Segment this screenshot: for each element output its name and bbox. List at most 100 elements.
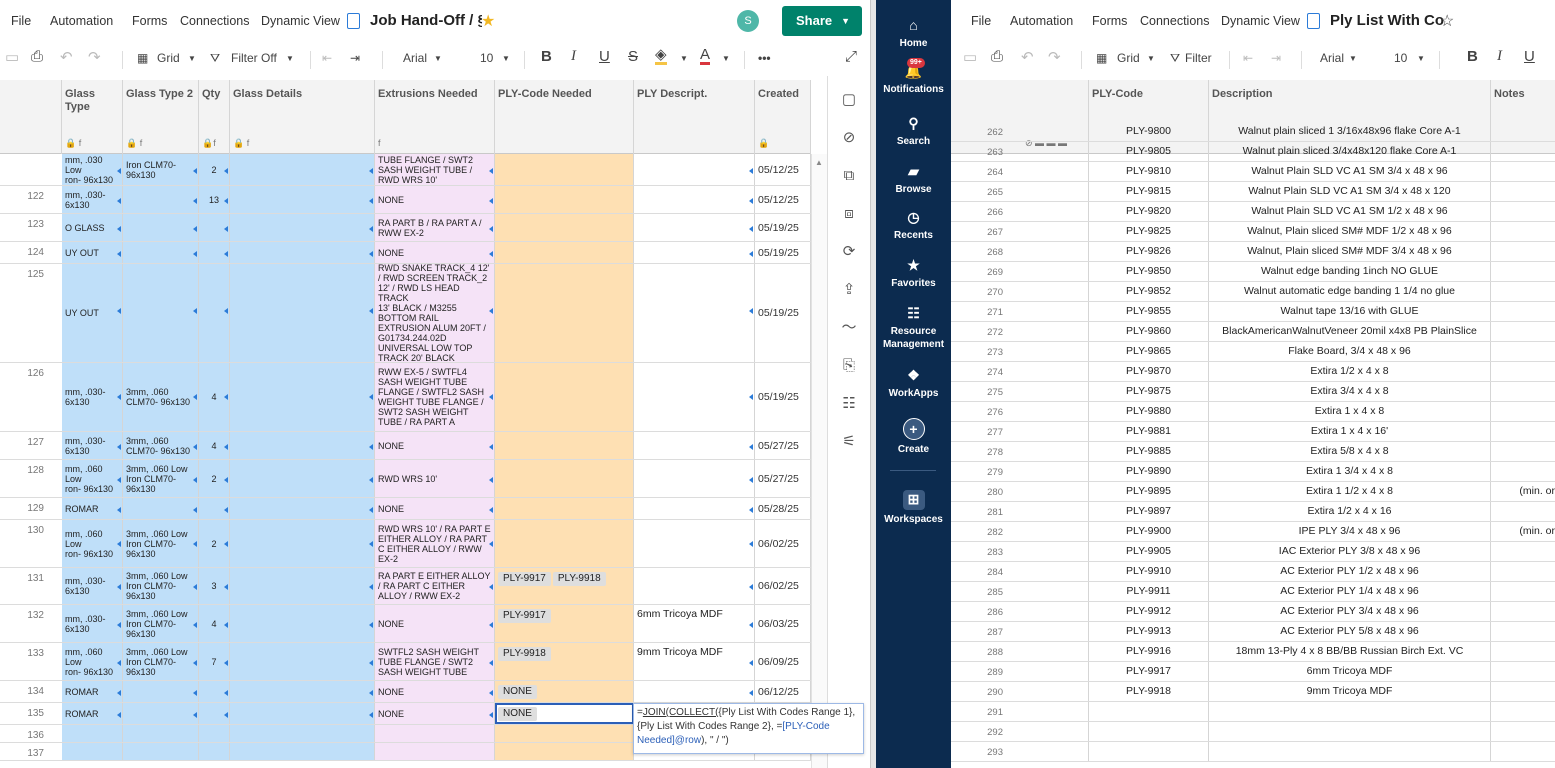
ply-code-pill[interactable]: PLY-9918: [552, 572, 606, 586]
chevron-down-icon[interactable]: ▼: [188, 54, 196, 63]
cell-glass-type-2[interactable]: [123, 725, 199, 742]
cell-qty[interactable]: [199, 703, 230, 724]
cell-glass-details[interactable]: [230, 498, 375, 519]
table-row[interactable]: 283 PLY-9905 IAC Exterior PLY 3/8 x 48 x 9…: [951, 542, 1555, 562]
table-row[interactable]: 292: [951, 722, 1555, 742]
cell-extrusions[interactable]: TUBE FLANGE / SWT2 SASH WEIGHT TUBE / RW…: [375, 154, 495, 185]
cell-ply-code[interactable]: PLY-9897: [1089, 502, 1209, 521]
cell-ply-code[interactable]: PLY-9895: [1089, 482, 1209, 501]
cell-notes[interactable]: [1491, 162, 1555, 181]
cell-description[interactable]: 6mm Tricoya MDF: [1209, 662, 1491, 681]
share-button[interactable]: Share ▼: [782, 6, 862, 36]
cell-ply-code[interactable]: PLY-9865: [1089, 342, 1209, 361]
menu-forms[interactable]: Forms: [132, 14, 167, 28]
cell-description[interactable]: BlackAmericanWalnutVeneer 20mil x4x8 PB …: [1209, 322, 1491, 341]
cell-created[interactable]: 05/19/25: [755, 363, 811, 431]
table-row[interactable]: 278 PLY-9885 Extira 5/8 x 4 x 8: [951, 442, 1555, 462]
filter-icon[interactable]: ⛛: [210, 51, 220, 66]
expand-icon[interactable]: ⤢: [845, 48, 857, 65]
more-options-icon[interactable]: •••: [758, 51, 771, 65]
cell-glass-details[interactable]: [230, 520, 375, 567]
table-row[interactable]: 288 PLY-9916 18mm 13-Ply 4 x 8 BB/BB Russi…: [951, 642, 1555, 662]
cell-ply-code[interactable]: PLY-9815: [1089, 182, 1209, 201]
cell-ply-code[interactable]: PLY-9913: [1089, 622, 1209, 641]
table-row[interactable]: 271 PLY-9855 Walnut tape 13/16 with GLUE: [951, 302, 1555, 322]
cell-glass-type[interactable]: mm, .060 Low ron- 96x130: [62, 643, 123, 680]
cell-ply-descript[interactable]: [634, 214, 755, 241]
cell-glass-details[interactable]: [230, 568, 375, 604]
cell-notes[interactable]: [1491, 662, 1555, 681]
cell-ply-descript[interactable]: [634, 520, 755, 567]
cell-glass-type-2[interactable]: [123, 214, 199, 241]
col-glass-details[interactable]: Glass Details 🔒 f: [230, 80, 375, 154]
cell-notes[interactable]: [1491, 602, 1555, 621]
table-row[interactable]: 276 PLY-9880 Extira 1 x 4 x 8: [951, 402, 1555, 422]
cell-description[interactable]: Walnut, Plain sliced SM# MDF 1/2 x 48 x …: [1209, 222, 1491, 241]
cell-notes[interactable]: [1491, 562, 1555, 581]
nav-item-resource-management[interactable]: ☷ Resource Management: [876, 304, 951, 351]
ply-code-pill[interactable]: NONE: [498, 685, 537, 699]
cell-glass-details[interactable]: [230, 743, 375, 760]
cell-notes[interactable]: [1491, 362, 1555, 381]
cell-description[interactable]: Walnut, Plain sliced SM# MDF 3/4 x 48 x …: [1209, 242, 1491, 261]
connector-icon[interactable]: ⚟: [839, 432, 859, 452]
cell-notes[interactable]: (min. or: [1491, 482, 1555, 501]
cell-notes[interactable]: [1491, 642, 1555, 661]
cell-extrusions[interactable]: RWD SNAKE TRACK_4 12' / RWD SCREEN TRACK…: [375, 264, 495, 362]
cell-glass-details[interactable]: [230, 214, 375, 241]
table-row[interactable]: 262 PLY-9800 Walnut plain sliced 1 3/16x48…: [951, 122, 1555, 142]
cell-notes[interactable]: [1491, 742, 1555, 761]
table-row[interactable]: 122 mm, .030- 6x130 13 NONE 05/12/25: [0, 186, 811, 214]
cell-ply-code[interactable]: PLY-9890: [1089, 462, 1209, 481]
cell-description[interactable]: IPE PLY 3/4 x 48 x 96: [1209, 522, 1491, 541]
cell-qty[interactable]: [199, 264, 230, 362]
cell-notes[interactable]: [1491, 122, 1555, 141]
cell-ply-code[interactable]: PLY-9805: [1089, 142, 1209, 161]
font-size-select[interactable]: 10: [1394, 51, 1407, 65]
cell-ply-code[interactable]: PLY-9916: [1089, 642, 1209, 661]
cell-ply-descript[interactable]: [634, 460, 755, 497]
table-row[interactable]: 279 PLY-9890 Extira 1 3/4 x 4 x 8: [951, 462, 1555, 482]
col-ply-descript[interactable]: PLY Descript.: [634, 80, 755, 154]
table-row[interactable]: 264 PLY-9810 Walnut Plain SLD VC A1 SM 3/4…: [951, 162, 1555, 182]
people-icon[interactable]: ☷: [839, 394, 859, 414]
cell-glass-type[interactable]: [62, 725, 123, 742]
cell-notes[interactable]: [1491, 582, 1555, 601]
cell-qty[interactable]: [199, 242, 230, 263]
cell-description[interactable]: AC Exterior PLY 1/4 x 48 x 96: [1209, 582, 1491, 601]
cell-glass-type-2[interactable]: Iron CLM70- 96x130: [123, 154, 199, 185]
cell-ply-code[interactable]: PLY-9881: [1089, 422, 1209, 441]
cell-extrusions[interactable]: NONE: [375, 186, 495, 213]
cell-ply-code[interactable]: PLY-9852: [1089, 282, 1209, 301]
undo-icon[interactable]: ↶: [60, 48, 73, 66]
table-row[interactable]: 286 PLY-9912 AC Exterior PLY 3/4 x 48 x 96: [951, 602, 1555, 622]
redo-icon[interactable]: ↷: [1048, 48, 1061, 66]
table-row[interactable]: 127 mm, .030- 6x130 3mm, .060 CLM70- 96x13…: [0, 432, 811, 460]
cell-ply-code[interactable]: PLY-9875: [1089, 382, 1209, 401]
table-row[interactable]: 131 mm, .030- 6x130 3mm, .060 Low Iron CLM…: [0, 568, 811, 605]
summary-icon[interactable]: 〜: [839, 318, 859, 338]
cell-description[interactable]: Extira 5/8 x 4 x 8: [1209, 442, 1491, 461]
table-row[interactable]: 263 PLY-9805 Walnut plain sliced 3/4x48x12…: [951, 142, 1555, 162]
table-row[interactable]: 290 PLY-9918 9mm Tricoya MDF: [951, 682, 1555, 702]
cell-extrusions[interactable]: NONE: [375, 605, 495, 642]
cell-ply-code[interactable]: [495, 520, 634, 567]
cell-notes[interactable]: [1491, 502, 1555, 521]
nav-item-favorites[interactable]: ★ Favorites: [876, 256, 951, 290]
cell-description[interactable]: Extira 1 x 4 x 8: [1209, 402, 1491, 421]
table-row[interactable]: 272 PLY-9860 BlackAmericanWalnutVeneer 20m…: [951, 322, 1555, 342]
cell-notes[interactable]: [1491, 382, 1555, 401]
cell-extrusions[interactable]: SWTFL2 SASH WEIGHT TUBE FLANGE / SWT2 SA…: [375, 643, 495, 680]
cell-ply-code[interactable]: PLY-9855: [1089, 302, 1209, 321]
table-row[interactable]: 130 mm, .060 Low ron- 96x130 3mm, .060 Low…: [0, 520, 811, 568]
cell-glass-details[interactable]: [230, 681, 375, 702]
cell-glass-type-2[interactable]: 3mm, .060 CLM70- 96x130: [123, 432, 199, 459]
cell-created[interactable]: 05/12/25: [755, 186, 811, 213]
cell-created[interactable]: 05/19/25: [755, 214, 811, 241]
redo-icon[interactable]: ↷: [88, 48, 101, 66]
cell-ply-code[interactable]: PLY-9905: [1089, 542, 1209, 561]
cell-notes[interactable]: [1491, 702, 1555, 721]
cell-qty[interactable]: [199, 681, 230, 702]
cell-description[interactable]: AC Exterior PLY 5/8 x 48 x 96: [1209, 622, 1491, 641]
cell-glass-type-2[interactable]: 3mm, .060 Low Iron CLM70- 96x130: [123, 643, 199, 680]
